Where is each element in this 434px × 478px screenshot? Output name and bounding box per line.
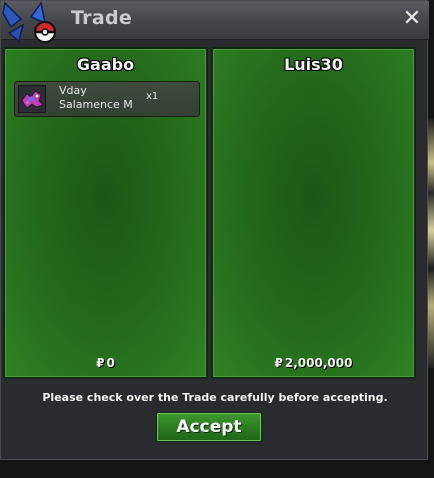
trade-warning-text: Please check over the Trade carefully be… bbox=[42, 391, 388, 404]
pokedollar-symbol: ₽ bbox=[96, 356, 105, 370]
trade-item-card[interactable]: Vday Salamence M x1 bbox=[14, 81, 200, 117]
title-bar[interactable]: Trade ✕ bbox=[1, 1, 429, 40]
close-icon[interactable]: ✕ bbox=[401, 7, 423, 31]
salamence-sprite-icon bbox=[18, 85, 46, 113]
item-name: Vday Salamence M bbox=[59, 84, 133, 111]
pokeball-logo-icon bbox=[2, 1, 57, 43]
my-offer-panel: Gaabo Vday Salamence M x1 ₽0 bbox=[3, 47, 208, 379]
partner-offer-panel: Luis30 ₽2,000,000 bbox=[211, 47, 416, 379]
item-quantity: x1 bbox=[146, 91, 159, 102]
partner-player-name: Luis30 bbox=[284, 55, 343, 74]
partner-money-offer: ₽2,000,000 bbox=[213, 356, 414, 370]
pokedollar-symbol: ₽ bbox=[274, 356, 283, 370]
my-money-offer: ₽0 bbox=[5, 356, 206, 370]
my-player-name: Gaabo bbox=[76, 55, 135, 74]
my-money-value: 0 bbox=[106, 356, 115, 370]
trade-window: Trade ✕ Gaabo Vday Salamence M x1 ₽ 0 Lu… bbox=[0, 0, 429, 460]
partner-money-value: 2,000,000 bbox=[284, 356, 353, 370]
window-title: Trade bbox=[71, 7, 133, 29]
accept-button[interactable]: Accept bbox=[156, 412, 262, 442]
